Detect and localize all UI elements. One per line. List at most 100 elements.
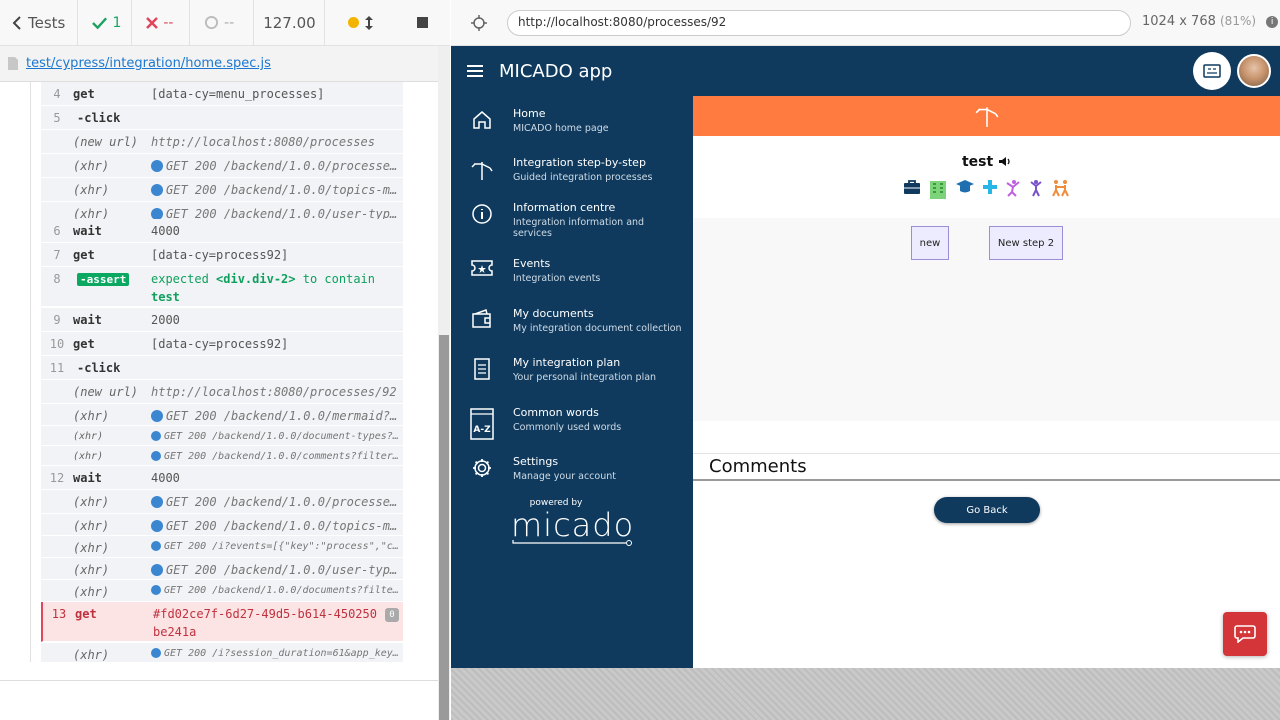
spec-file-bar: test/cypress/integration/home.spec.js (0, 46, 438, 82)
runner-toolbar: Tests 1 -- -- 127.00 (0, 0, 450, 46)
command-row[interactable]: (xhr) GET 200 /i?events=[{"key":"process"… (41, 536, 403, 558)
xhr-dot-icon (151, 160, 163, 172)
spinner-icon (204, 15, 219, 30)
command-row[interactable]: (xhr) GET 200 /backend/1.0.0/processes?..… (41, 154, 403, 178)
process-title: test (693, 154, 1280, 170)
url-field[interactable]: http://localhost:8080/processes/92 (507, 10, 1131, 36)
building-icon (929, 181, 946, 199)
signpost-icon (471, 162, 493, 180)
info-circle-icon (472, 204, 492, 224)
app-under-test: MICADO app Home MICADO home page Integrat… (451, 46, 1280, 668)
nav-item-integration-steps[interactable]: Integration step-by-step Guided integrati… (451, 156, 693, 183)
person-icon (1029, 180, 1042, 197)
home-icon (473, 111, 491, 129)
svg-text:A-Z: A-Z (473, 425, 491, 435)
process-view: test new New step 2 Comments Go Back (693, 96, 1280, 668)
xhr-dot-icon (151, 431, 161, 441)
powered-by-logo: powered by micado (511, 498, 633, 546)
app-header: MICADO app (451, 46, 1280, 96)
command-row[interactable]: (xhr) GET 200 /backend/1.0.0/documents?fi… (41, 580, 403, 602)
nav-item-information-centre[interactable]: Information centre Integration informatio… (451, 201, 693, 239)
command-row[interactable]: (xhr) GET 200 /backend/1.0.0/mermaid?p... (41, 404, 403, 426)
command-row[interactable]: 10 get [data-cy=process92] (41, 332, 403, 356)
assert-badge: -assert (77, 273, 130, 286)
command-row[interactable]: (xhr) GET 200 /backend/1.0.0/topics-mi... (41, 178, 403, 202)
command-row-assert[interactable]: 8 -assert expected <div.div-2> to contai… (41, 267, 403, 307)
crosshair-icon[interactable] (471, 15, 487, 31)
wallet-icon (472, 309, 491, 328)
health-cross-icon (982, 180, 997, 194)
graduation-cap-icon (955, 180, 974, 193)
command-log: 4 get [data-cy=menu_processes] 5 -click (ne… (0, 82, 438, 680)
command-row[interactable]: (xhr) GET 200 /backend/1.0.0/processes... (41, 490, 403, 514)
process-graph: new New step 2 (693, 218, 1280, 421)
command-row[interactable]: (xhr) GET 200 /backend/1.0.0/topics-mi... (41, 514, 403, 536)
xhr-dot-icon (151, 585, 161, 595)
comments-heading: Comments (693, 453, 1280, 481)
command-row[interactable]: (new url) http://localhost:8080/processes (41, 130, 403, 154)
nav-item-common-words[interactable]: A-Z Common words Commonly used words (451, 406, 693, 440)
command-row[interactable]: (new url) http://localhost:8080/processes… (41, 380, 403, 404)
command-row[interactable]: (xhr) GET 200 /backend/1.0.0/document-typ… (41, 426, 403, 446)
family-icon (1051, 180, 1069, 197)
command-row[interactable]: (xhr) GET 200 /backend/1.0.0/user-type... (41, 558, 403, 580)
xhr-dot-icon (151, 520, 163, 532)
scrollbar-thumb[interactable] (439, 335, 449, 720)
logo-underline-icon (512, 540, 632, 546)
command-row[interactable]: 7 get [data-cy=process92] (41, 243, 403, 267)
element-count-badge: 0 (385, 608, 399, 622)
nav-item-home[interactable]: Home MICADO home page (451, 107, 693, 134)
xhr-dot-icon (151, 451, 161, 461)
go-back-button[interactable]: Go Back (934, 497, 1040, 523)
nav-item-settings[interactable]: Settings Manage your account (451, 455, 693, 482)
signpost-icon (975, 107, 999, 127)
viewport-size: 1024 x 768 (81%) i (1142, 14, 1279, 29)
app-title: MICADO app (499, 60, 613, 82)
up-down-arrow-icon (364, 15, 373, 30)
nav-item-integration-plan[interactable]: My integration plan Your personal integra… (451, 356, 693, 383)
topic-icons (693, 179, 1280, 199)
speaker-icon[interactable] (998, 156, 1011, 167)
glossary-icon: A-Z (470, 408, 494, 440)
graph-node[interactable]: new (911, 226, 949, 260)
dancer-icon (1005, 180, 1020, 197)
xhr-dot-icon (151, 496, 163, 508)
check-icon (92, 17, 108, 29)
runner-bottom-panel (0, 680, 438, 720)
command-row[interactable]: 12 wait 4000 (41, 466, 403, 490)
duration: 127.00 (254, 0, 326, 45)
spec-path[interactable]: test/cypress/integration/home.spec.js (26, 56, 271, 71)
stop-button[interactable] (395, 0, 450, 45)
passed-count: 1 (78, 0, 133, 45)
xhr-dot-icon (151, 648, 161, 658)
ticket-icon (471, 260, 493, 276)
menu-icon[interactable] (467, 65, 483, 77)
tests-button[interactable]: Tests (0, 0, 79, 45)
x-icon (146, 16, 159, 29)
auto-scroll-toggle[interactable] (325, 0, 395, 45)
document-icon (474, 358, 490, 380)
help-button[interactable] (1193, 52, 1231, 90)
command-row[interactable]: 9 wait 2000 (41, 308, 403, 332)
nav-item-my-documents[interactable]: My documents My integration document coll… (451, 307, 693, 334)
stop-icon (417, 17, 429, 28)
command-row-error[interactable]: 13 get #fd02ce7f-6d27-49d5-b614-450250be… (41, 602, 403, 642)
avatar[interactable] (1237, 54, 1271, 88)
tests-label: Tests (28, 13, 66, 32)
command-row[interactable]: 5 -click (41, 106, 403, 130)
graph-node[interactable]: New step 2 (989, 226, 1063, 260)
file-icon (8, 57, 18, 70)
gear-icon (473, 459, 491, 477)
command-row[interactable]: (xhr) GET 200 /backend/1.0.0/comments?fil… (41, 446, 403, 466)
pending-count: -- (190, 0, 255, 45)
chat-button[interactable] (1223, 612, 1267, 656)
id-card-icon (1203, 64, 1221, 78)
command-row[interactable]: 6 wait 4000 (41, 219, 403, 243)
nav-item-events[interactable]: Events Integration events (451, 257, 693, 284)
command-row[interactable]: 4 get [data-cy=menu_processes] (41, 82, 403, 106)
info-icon[interactable]: i (1266, 16, 1279, 28)
side-nav: Home MICADO home page Integration step-by… (451, 96, 693, 668)
command-row[interactable]: 11 -click (41, 356, 403, 380)
viewport-background (451, 668, 1280, 720)
command-row[interactable]: (xhr) GET 200 /i?session_duration=61&app_… (41, 643, 403, 663)
